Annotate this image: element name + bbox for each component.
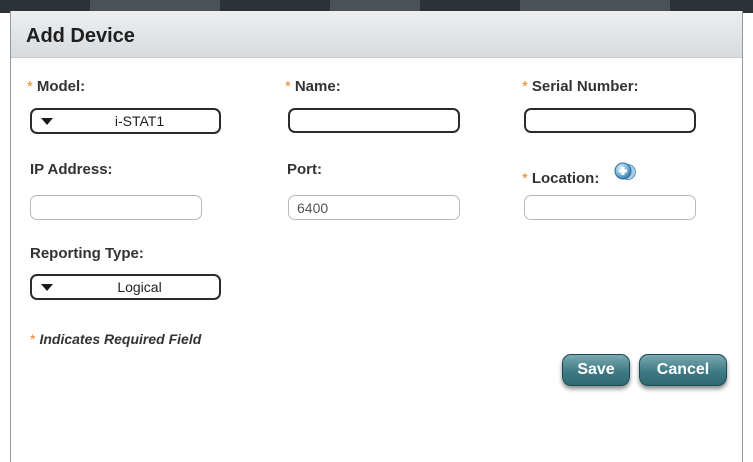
- port-label-text: Port:: [287, 161, 322, 178]
- port-input[interactable]: [288, 195, 460, 220]
- serial-number-label: * Serial Number:: [522, 78, 639, 95]
- location-input[interactable]: [524, 195, 696, 220]
- required-marker: *: [522, 78, 528, 95]
- model-select-value: i-STAT1: [114, 113, 165, 129]
- model-label-text: Model:: [36, 78, 86, 95]
- dialog-header: Add Device: [11, 11, 742, 58]
- required-field-note-text: Indicates Required Field: [39, 331, 202, 347]
- name-input[interactable]: [288, 108, 460, 133]
- name-label-text: Name:: [294, 78, 341, 95]
- location-label: * Location:: [522, 170, 599, 187]
- add-location-icon[interactable]: [614, 160, 636, 182]
- required-marker: *: [27, 78, 33, 95]
- required-marker: *: [285, 78, 291, 95]
- required-field-note: * Indicates Required Field: [30, 331, 201, 347]
- reporting-type-select[interactable]: Logical: [30, 274, 221, 300]
- serial-number-input[interactable]: [524, 108, 696, 133]
- ip-address-label-text: IP Address:: [30, 161, 113, 178]
- reporting-type-select-value: Logical: [117, 279, 162, 295]
- serial-number-label-text: Serial Number:: [531, 78, 639, 95]
- caret-down-icon: [41, 284, 53, 291]
- model-select[interactable]: i-STAT1: [30, 108, 221, 134]
- dialog-title: Add Device: [26, 25, 135, 47]
- cancel-button[interactable]: Cancel: [639, 354, 727, 386]
- ip-address-input[interactable]: [30, 195, 202, 220]
- name-label: * Name:: [285, 78, 341, 95]
- required-marker: *: [30, 331, 36, 347]
- reporting-type-label-text: Reporting Type:: [30, 245, 144, 262]
- ip-address-label: IP Address:: [30, 161, 113, 178]
- reporting-type-label: Reporting Type:: [30, 245, 144, 262]
- port-label: Port:: [287, 161, 322, 178]
- required-marker: *: [522, 170, 528, 187]
- model-label: * Model:: [27, 78, 85, 95]
- caret-down-icon: [41, 118, 53, 125]
- add-device-dialog: Add Device * Model: * Name: * Serial Number…: [10, 11, 743, 462]
- save-button[interactable]: Save: [562, 354, 630, 386]
- location-label-text: Location:: [531, 170, 600, 187]
